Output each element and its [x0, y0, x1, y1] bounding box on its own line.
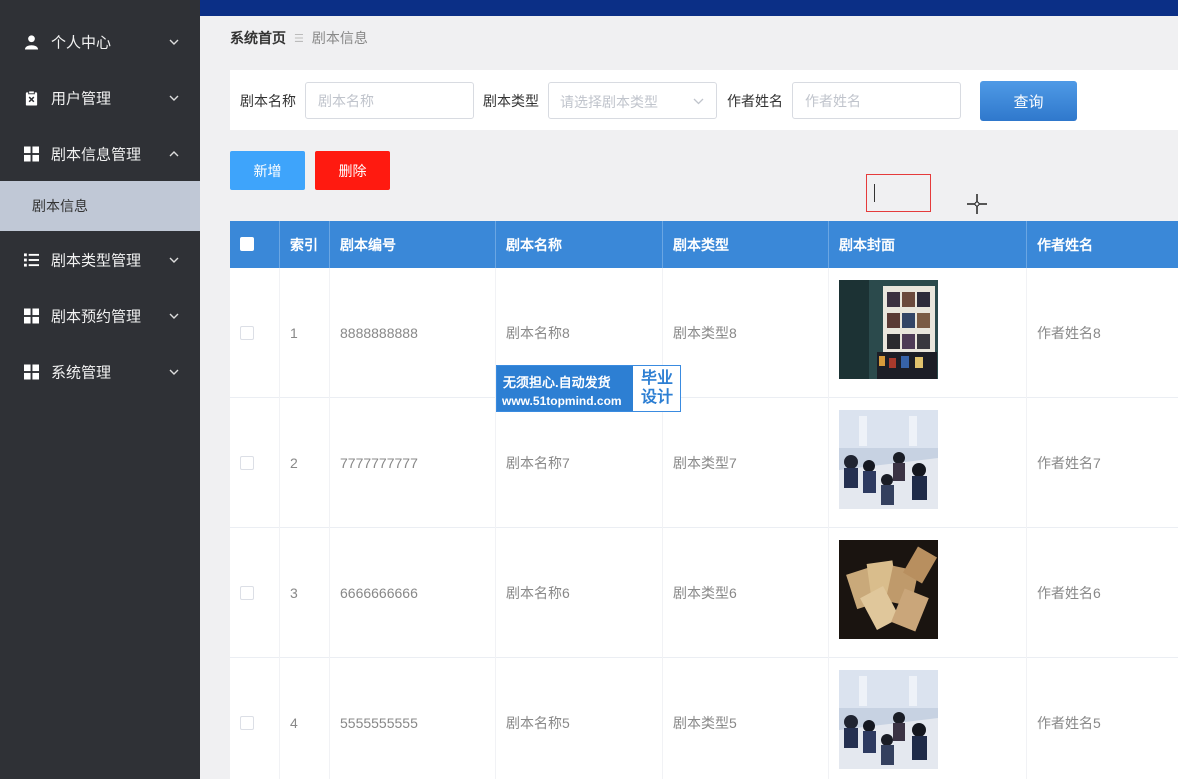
script-name-input[interactable]: [305, 82, 474, 119]
row-checkbox[interactable]: [240, 456, 254, 470]
user-icon: [24, 35, 39, 50]
cell-author: 作者姓名8: [1026, 268, 1178, 398]
sidebar-subitem-label: 剧本信息: [32, 198, 88, 214]
watermark-side2: 设计: [640, 389, 673, 406]
grid-icon: [24, 146, 39, 162]
highlight-box: [866, 174, 931, 212]
add-button[interactable]: 新增: [230, 151, 305, 190]
row-checkbox[interactable]: [240, 326, 254, 340]
sidebar-item-label: 剧本信息管理: [51, 146, 142, 164]
chevron-down-icon: [169, 39, 179, 45]
cell-index: 3: [279, 528, 329, 658]
script-type-select-placeholder: 请选择剧本类型: [560, 94, 658, 110]
table-row[interactable]: 4 5555555555 剧本名称5 剧本类型5 作者姓名5: [230, 658, 1178, 779]
cell-author: 作者姓名7: [1026, 398, 1178, 528]
chevron-down-icon: [169, 369, 179, 375]
sidebar-item-label: 剧本类型管理: [51, 252, 142, 270]
cell-index: 2: [279, 398, 329, 528]
cover-image[interactable]: [839, 670, 938, 769]
column-header-index[interactable]: 索引: [279, 221, 329, 268]
breadcrumb: 系统首页 ☰ 剧本信息: [230, 28, 368, 48]
query-button[interactable]: 查询: [980, 81, 1077, 121]
cell-type: 剧本类型6: [662, 528, 828, 658]
sidebar: 个人中心 用户管理 剧本信息管理 剧本信息 剧本类型管理 剧本预约管理 系统管理: [0, 0, 200, 779]
watermark-line1: 无须担心.自动发货: [503, 375, 611, 390]
sidebar-item-label: 剧本预约管理: [51, 308, 142, 326]
cell-name: 剧本名称5: [495, 658, 662, 779]
script-type-select[interactable]: 请选择剧本类型: [548, 82, 717, 119]
clipboard-x-icon: [25, 90, 38, 106]
cell-code: 8888888888: [329, 268, 495, 398]
chevron-down-icon: [169, 257, 179, 263]
sidebar-item-user-management[interactable]: 用户管理: [0, 72, 200, 124]
watermark-line2: www.51topmind.com: [502, 394, 622, 408]
cell-code: 5555555555: [329, 658, 495, 779]
watermark-banner: 无须担心.自动发货 www.51topmind.com 毕业 设计: [496, 365, 681, 412]
author-name-label: 作者姓名: [727, 93, 783, 109]
search-panel: 剧本名称 剧本类型 请选择剧本类型 作者姓名 查询: [230, 70, 1178, 130]
cover-image[interactable]: [839, 280, 938, 379]
breadcrumb-current: 剧本信息: [311, 30, 368, 46]
column-header-name[interactable]: 剧本名称: [495, 221, 662, 268]
delete-button[interactable]: 删除: [315, 151, 390, 190]
cell-author: 作者姓名6: [1026, 528, 1178, 658]
script-type-label: 剧本类型: [483, 93, 539, 109]
sidebar-item-label: 系统管理: [51, 364, 112, 382]
column-header-code[interactable]: 剧本编号: [329, 221, 495, 268]
cell-name: 剧本名称6: [495, 528, 662, 658]
cell-type: 剧本类型8: [662, 268, 828, 398]
list-icon: [24, 253, 39, 267]
chevron-down-icon: [169, 95, 179, 101]
table-header: 索引 剧本编号 剧本名称 剧本类型 剧本封面 作者姓名: [230, 221, 1178, 268]
crosshair-cursor-icon: [967, 194, 987, 214]
chevron-down-icon: [693, 98, 704, 105]
breadcrumb-home[interactable]: 系统首页: [230, 28, 286, 48]
script-name-label: 剧本名称: [240, 93, 296, 109]
sidebar-item-script-info-management[interactable]: 剧本信息管理: [0, 128, 200, 180]
table-row[interactable]: 3 6666666666 剧本名称6 剧本类型6 作者姓名6: [230, 528, 1178, 658]
cover-image[interactable]: [839, 410, 938, 509]
sidebar-item-script-booking-management[interactable]: 剧本预约管理: [0, 290, 200, 342]
author-name-input[interactable]: [792, 82, 961, 119]
row-checkbox[interactable]: [240, 586, 254, 600]
watermark-right: 毕业 设计: [638, 369, 676, 407]
cell-type: 剧本类型7: [662, 398, 828, 528]
chevron-down-icon: [169, 313, 179, 319]
row-select-cell: [230, 658, 279, 779]
cell-name: 剧本名称7: [495, 398, 662, 528]
table-row[interactable]: 2 7777777777 剧本名称7 剧本类型7 作者姓名7: [230, 398, 1178, 528]
sidebar-item-label: 用户管理: [51, 90, 112, 108]
column-header-author[interactable]: 作者姓名: [1026, 221, 1178, 268]
table-row[interactable]: 1 8888888888 剧本名称8 剧本类型8 作者姓名8: [230, 268, 1178, 398]
cell-code: 7777777777: [329, 398, 495, 528]
column-header-cover[interactable]: 剧本封面: [828, 221, 1026, 268]
cover-image[interactable]: [839, 540, 938, 639]
watermark-left: 无须担心.自动发货 www.51topmind.com: [497, 366, 633, 411]
row-select-cell: [230, 268, 279, 398]
text-caret: [874, 184, 875, 202]
sidebar-item-personal-center[interactable]: 个人中心: [0, 16, 200, 68]
row-checkbox[interactable]: [240, 716, 254, 730]
cell-author: 作者姓名5: [1026, 658, 1178, 779]
grid-icon: [24, 364, 39, 380]
chevron-up-icon: [169, 151, 179, 157]
sidebar-item-script-type-management[interactable]: 剧本类型管理: [0, 234, 200, 286]
row-select-cell: [230, 528, 279, 658]
column-header-type[interactable]: 剧本类型: [662, 221, 828, 268]
watermark-side1: 毕业: [640, 370, 673, 387]
cell-index: 1: [279, 268, 329, 398]
grid-icon: [24, 308, 39, 324]
header-select-cell: [230, 221, 279, 268]
cell-code: 6666666666: [329, 528, 495, 658]
top-header-bar: [200, 0, 1178, 16]
sidebar-subitem-script-info[interactable]: 剧本信息: [0, 181, 200, 231]
sidebar-item-system-management[interactable]: 系统管理: [0, 346, 200, 398]
sidebar-item-label: 个人中心: [51, 34, 112, 52]
cell-index: 4: [279, 658, 329, 779]
breadcrumb-separator-icon: ☰: [294, 32, 304, 45]
select-all-checkbox[interactable]: [240, 237, 254, 251]
cell-type: 剧本类型5: [662, 658, 828, 779]
row-select-cell: [230, 398, 279, 528]
